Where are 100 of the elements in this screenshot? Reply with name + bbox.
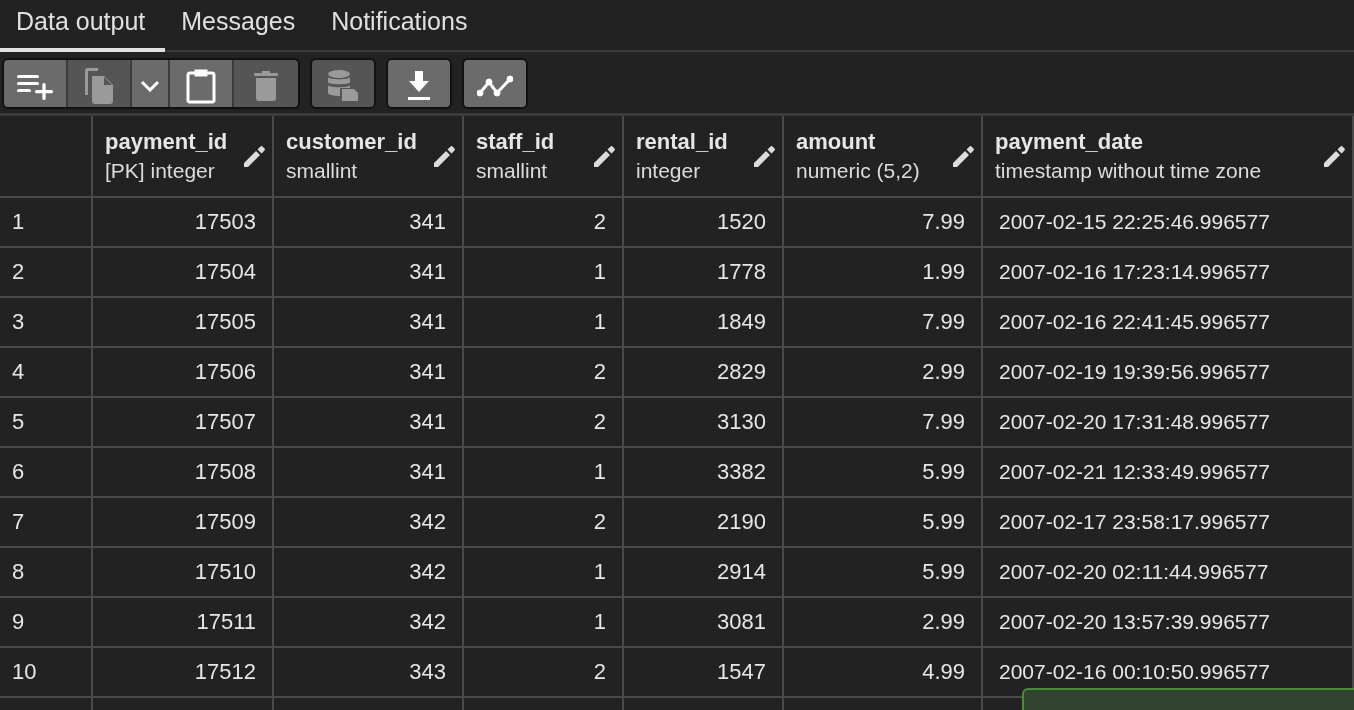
column-type: numeric (5,2) <box>796 159 920 183</box>
table-cell: 5.99 <box>784 448 983 496</box>
table-cell: 342 <box>274 598 464 646</box>
column-type: timestamp without time zone <box>995 159 1262 183</box>
table-cell: 2 <box>464 648 624 696</box>
table-cell: 17507 <box>93 398 274 446</box>
table-cell: 17512 <box>93 648 274 696</box>
row-number: 3 <box>0 298 93 346</box>
copy-icon <box>83 68 115 104</box>
table-cell: 2007-02-19 19:39:56.996577 <box>983 348 1354 396</box>
table-cell: 17504 <box>93 248 274 296</box>
table-cell: 1849 <box>624 298 784 346</box>
column-name: amount <box>796 129 877 155</box>
table-cell: 7.99 <box>784 398 983 446</box>
table-cell: 2007-02-20 17:31:48.996577 <box>983 398 1354 446</box>
pencil-icon[interactable] <box>953 145 975 167</box>
table-cell: 1 <box>464 598 624 646</box>
column-name: payment_date <box>995 129 1144 155</box>
column-name: rental_id <box>636 129 728 155</box>
column-name: payment_id <box>105 129 228 155</box>
table-cell: 1 <box>464 248 624 296</box>
row-number: 10 <box>0 648 93 696</box>
pencil-icon[interactable] <box>754 145 776 167</box>
trash-icon <box>254 71 278 101</box>
table-cell: 2007-02-16 22:41:45.996577 <box>983 298 1354 346</box>
table-cell: 17509 <box>93 498 274 546</box>
table-cell: 17505 <box>93 298 274 346</box>
database-icon <box>328 70 358 102</box>
row-number: 1 <box>0 198 93 246</box>
add-row-button[interactable] <box>4 60 68 107</box>
pencil-icon[interactable] <box>244 145 266 167</box>
pencil-icon[interactable] <box>594 145 616 167</box>
table-cell: 3130 <box>624 398 784 446</box>
table-cell: 2007-02-20 13:57:39.996577 <box>983 598 1354 646</box>
column-type: integer <box>636 159 702 183</box>
table-cell: 17503 <box>93 198 274 246</box>
table-cell: 2007-02-16 17:23:14.996577 <box>983 248 1354 296</box>
column-name: customer_id <box>286 129 417 155</box>
table-cell: 2007-02-20 02:11:44.996577 <box>983 548 1354 596</box>
table-cell: 341 <box>274 348 464 396</box>
table-cell: 17508 <box>93 448 274 496</box>
table-cell: 3382 <box>624 448 784 496</box>
row-number: 2 <box>0 248 93 296</box>
table-cell: 1.99 <box>784 248 983 296</box>
table-cell: 2829 <box>624 348 784 396</box>
table-cell: 1520 <box>624 198 784 246</box>
table-cell: 1547 <box>624 648 784 696</box>
table-cell: 1 <box>464 298 624 346</box>
column-type: [PK] integer <box>105 159 216 183</box>
caret-icon <box>140 80 160 92</box>
table-cell: 2 <box>464 348 624 396</box>
table-cell: 2 <box>464 398 624 446</box>
paste-button[interactable] <box>170 60 234 107</box>
row-number: 4 <box>0 348 93 396</box>
row-number: 7 <box>0 498 93 546</box>
row-number: 6 <box>0 448 93 496</box>
table-cell: 4.99 <box>784 648 983 696</box>
pencil-icon[interactable] <box>1324 145 1346 167</box>
clipboard-icon <box>186 68 216 104</box>
row-number: 8 <box>0 548 93 596</box>
table-cell: 341 <box>274 448 464 496</box>
column-type: smallint <box>476 159 549 183</box>
pencil-icon[interactable] <box>434 145 456 167</box>
dropdown-button[interactable] <box>132 60 170 107</box>
row-number: 5 <box>0 398 93 446</box>
table-cell: 1778 <box>624 248 784 296</box>
table-cell: 343 <box>274 648 464 696</box>
table-cell: 17510 <box>93 548 274 596</box>
table-cell: 341 <box>274 198 464 246</box>
table-cell: 2914 <box>624 548 784 596</box>
table-cell: 2007-02-15 22:25:46.996577 <box>983 198 1354 246</box>
table-cell: 3081 <box>624 598 784 646</box>
line-graph-icon <box>477 75 513 97</box>
table-cell: 17506 <box>93 348 274 396</box>
table-cell: 2007-02-21 12:33:49.996577 <box>983 448 1354 496</box>
table-cell: 5.99 <box>784 548 983 596</box>
table-cell: 2007-02-17 23:58:17.996577 <box>983 498 1354 546</box>
table-cell: 2190 <box>624 498 784 546</box>
table-cell: 341 <box>274 398 464 446</box>
table-cell: 341 <box>274 298 464 346</box>
row-number: 9 <box>0 598 93 646</box>
table-cell: 2 <box>464 198 624 246</box>
table-cell: 1 <box>464 548 624 596</box>
column-name: staff_id <box>476 129 555 155</box>
table-cell: 2 <box>464 498 624 546</box>
table-cell: 5.99 <box>784 498 983 546</box>
table-cell: 342 <box>274 548 464 596</box>
table-cell: 7.99 <box>784 298 983 346</box>
table-cell: 7.99 <box>784 198 983 246</box>
table-cell: 2.99 <box>784 598 983 646</box>
download-icon <box>407 71 431 101</box>
tab[interactable]: Notifications <box>315 0 488 52</box>
tab[interactable]: Messages <box>165 0 316 52</box>
table-cell: 2.99 <box>784 348 983 396</box>
table-cell: 341 <box>274 248 464 296</box>
table-cell: 342 <box>274 498 464 546</box>
table-cell: 17511 <box>93 598 274 646</box>
table-cell: 1 <box>464 448 624 496</box>
column-type: smallint <box>286 159 359 183</box>
tab[interactable]: Data output <box>0 0 166 52</box>
